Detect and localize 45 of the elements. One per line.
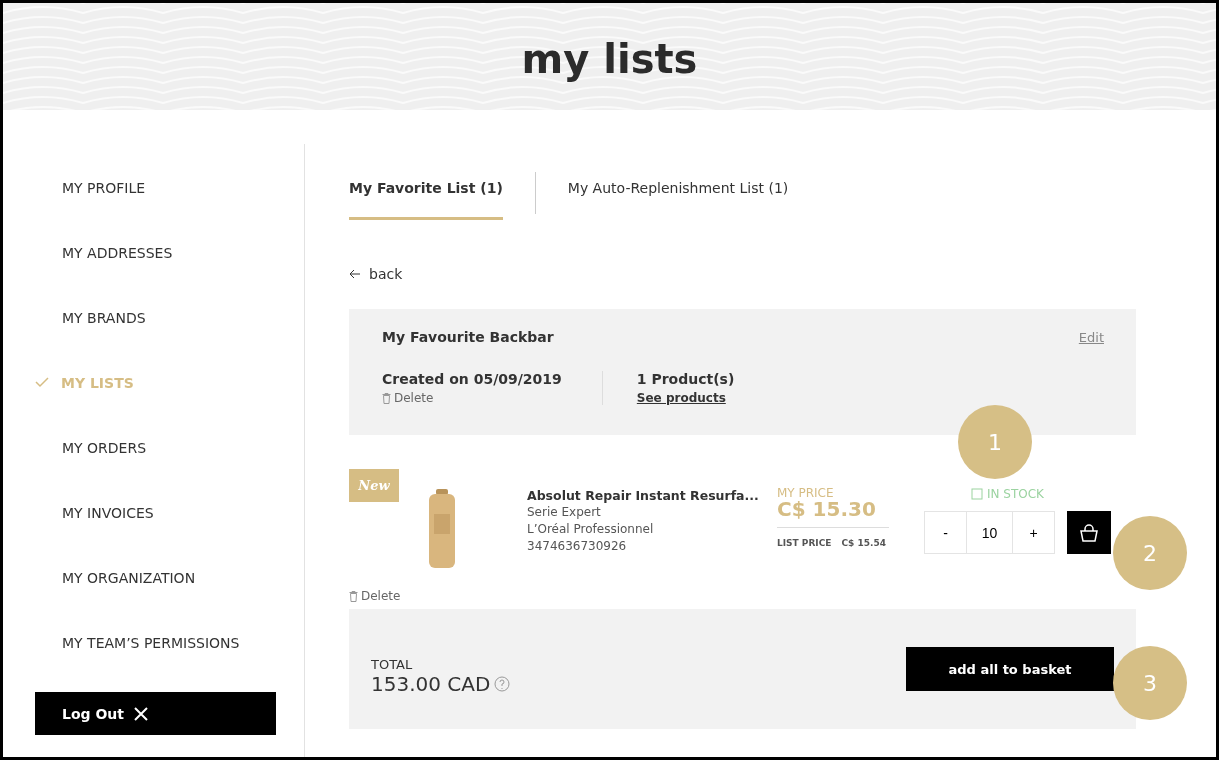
see-products-link[interactable]: See products [636,391,735,405]
product-line: Serie Expert [527,504,602,521]
back-link[interactable]: back [349,266,403,282]
sidebar-item[interactable]: MY INVOICES [35,480,304,545]
sidebar-item[interactable]: MY PROFILE [35,155,304,220]
basket-button[interactable] [1067,511,1111,554]
box-icon [971,488,983,500]
product-brand: L’Oréal Professionnel [527,521,655,538]
total-amount: 153.00 CAD [371,671,491,696]
my-price-label: MY PRICE [777,487,835,499]
close-icon [134,706,148,721]
check-icon [35,377,49,388]
add-all-button[interactable]: add all to basket [906,647,1114,691]
logout-button[interactable]: Log Out [35,692,276,735]
step-marker: 1 [958,405,1032,479]
sidebar-item[interactable]: MY TEAM’S PERMISSIONS [35,610,304,675]
page-title: my lists [521,34,698,82]
product-name[interactable]: Absolut Repair Instant Resurfa... [527,487,777,504]
new-badge: New [349,469,399,502]
tab[interactable]: My Favorite List (1) [349,172,503,220]
created-date: Created on 05/09/2019 [382,371,562,387]
my-price: C$ 15.30 [777,499,877,519]
tab[interactable]: My Auto-Replenishment List (1) [567,172,789,220]
delete-link[interactable]: Delete [349,589,401,603]
basket-icon [1079,523,1099,542]
trash-icon [382,392,391,404]
product-count: 1 Product(s) [636,371,735,387]
list-price-label: LIST PRICE [777,538,832,548]
total-label: TOTAL [371,656,414,672]
decrease-button[interactable]: - [924,511,967,554]
sidebar-item[interactable]: MY BRANDS [35,285,304,350]
step-marker: 2 [1113,516,1187,590]
sidebar-item[interactable]: MY ORGANIZATION [35,545,304,610]
product-code: 3474636730926 [527,538,628,555]
increase-button[interactable]: + [1012,511,1055,554]
quantity-field[interactable]: 10 [967,511,1012,554]
sidebar-item[interactable]: MY ADDRESSES [35,220,304,285]
delete-link[interactable]: Delete [382,391,434,405]
list-name: My Favourite Backbar [382,329,554,345]
stock-status: IN STOCK [987,487,1044,501]
sidebar-item[interactable]: MY ORDERS [35,415,304,480]
step-marker: 3 [1113,646,1187,720]
arrow-left-icon [349,269,361,279]
trash-icon [349,590,358,602]
list-price: C$ 15.54 [841,538,886,548]
